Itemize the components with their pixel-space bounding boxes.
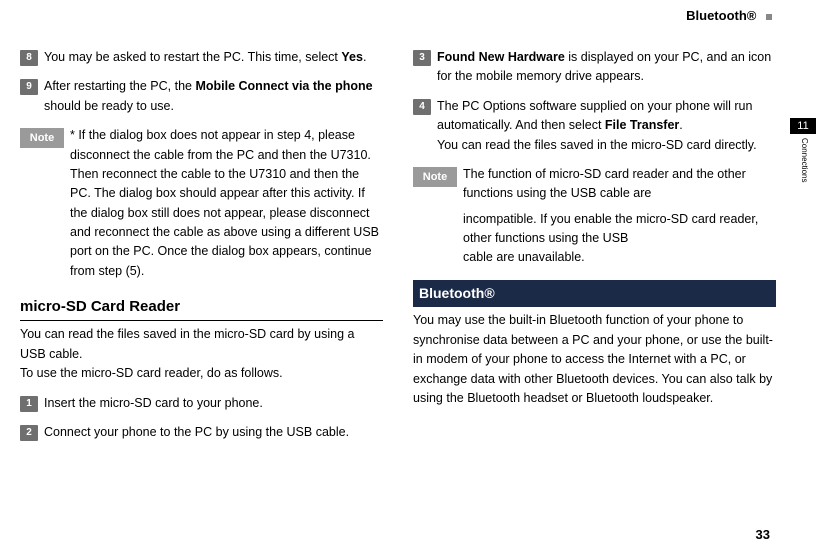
note-block: Note * If the dialog box does not appear… [20,126,383,281]
text-bold: File Transfer [605,118,679,132]
text-bold: Mobile Connect via the phone [195,79,372,93]
section-title-bluetooth: Bluetooth® [413,280,776,308]
text-bold: Found New Hardware [437,50,565,64]
step-number: 2 [20,425,38,441]
text-bold: Yes [341,50,363,64]
step-9: 9 After restarting the PC, the Mobile Co… [20,77,383,116]
page-number: 33 [756,527,770,542]
content-columns: 8 You may be asked to restart the PC. Th… [20,20,776,500]
chapter-number: 11 [790,118,816,134]
header-square-icon [766,14,772,20]
step-3: 3 Found New Hardware is displayed on you… [413,48,776,87]
step-number: 3 [413,50,431,66]
page: Bluetooth® 11 Connections 8 You may be a… [0,0,816,550]
step-number: 4 [413,99,431,115]
section-body: You may use the built-in Bluetooth funct… [413,311,776,408]
step-body: You may be asked to restart the PC. This… [44,48,383,67]
step-4: 4 The PC Options software supplied on yo… [413,97,776,155]
note-body: The function of micro-SD card reader and… [463,165,776,268]
text: After restarting the PC, the [44,79,195,93]
step-body: The PC Options software supplied on your… [437,97,776,155]
text: . [679,118,682,132]
step-number: 9 [20,79,38,95]
left-column: 8 You may be asked to restart the PC. Th… [20,48,383,500]
step-1: 1 Insert the micro-SD card to your phone… [20,394,383,413]
step-number: 1 [20,396,38,412]
step-8: 8 You may be asked to restart the PC. Th… [20,48,383,67]
subheading-microsd: micro-SD Card Reader [20,295,383,321]
text: . [363,50,366,64]
note-badge: Note [20,128,64,148]
header-title: Bluetooth® [686,8,756,23]
text: You can read the files saved in the micr… [437,138,757,152]
step-body: After restarting the PC, the Mobile Conn… [44,77,383,116]
note-line: cable are unavailable. [463,248,776,267]
note-line: The function of micro-SD card reader and… [463,165,776,204]
side-tab: 11 Connections [790,118,816,186]
right-column: 3 Found New Hardware is displayed on you… [413,48,776,500]
step-body: Insert the micro-SD card to your phone. [44,394,383,413]
chapter-label: Connections [800,134,809,186]
text: You may be asked to restart the PC. This… [44,50,341,64]
intro-text: You can read the files saved in the micr… [20,325,383,383]
running-header: Bluetooth® [686,8,772,23]
note-body: * If the dialog box does not appear in s… [70,126,383,281]
note-line: incompatible. If you enable the micro-SD… [463,210,776,249]
step-body: Connect your phone to the PC by using th… [44,423,383,442]
step-number: 8 [20,50,38,66]
note-block: Note The function of micro-SD card reade… [413,165,776,268]
text: The PC Options software supplied on your… [437,99,752,132]
step-body: Found New Hardware is displayed on your … [437,48,776,87]
text: should be ready to use. [44,99,174,113]
step-2: 2 Connect your phone to the PC by using … [20,423,383,442]
note-badge: Note [413,167,457,187]
